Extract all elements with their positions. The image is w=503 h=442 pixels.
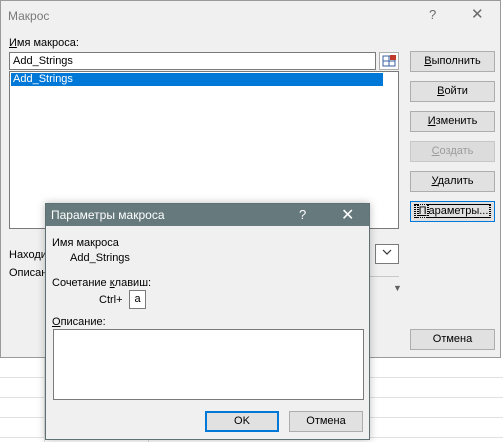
close-button[interactable]: ✕ xyxy=(341,205,354,225)
help-button[interactable]: ? xyxy=(299,207,306,222)
chevron-down-icon[interactable] xyxy=(375,244,399,264)
range-select-icon[interactable] xyxy=(379,52,399,70)
cancel-button[interactable]: Отмена xyxy=(289,411,363,432)
help-button[interactable]: ? xyxy=(429,7,436,22)
edit-button[interactable]: Изменить xyxy=(410,111,495,132)
macro-dialog-titlebar[interactable]: Макрос ? ✕ xyxy=(1,1,500,31)
macro-name-label: Имя макроса: xyxy=(9,37,79,49)
cancel-button[interactable]: Отмена xyxy=(410,329,495,350)
run-button[interactable]: Выполнить xyxy=(410,51,495,72)
options-button[interactable]: Параметры... xyxy=(410,201,495,222)
macros-in-label: Находи xyxy=(9,249,47,261)
options-dialog-titlebar[interactable]: Параметры макроса ? ✕ xyxy=(46,204,369,226)
shortcut-key-input[interactable]: a xyxy=(129,290,146,309)
macro-dialog-title: Макрос xyxy=(8,9,50,23)
description-label: Описан xyxy=(9,267,48,279)
delete-button[interactable]: Удалить xyxy=(410,171,495,192)
step-into-button[interactable]: Войти xyxy=(410,81,495,102)
ok-button[interactable]: OK xyxy=(205,411,279,432)
ctrl-prefix-label: Ctrl+ xyxy=(99,294,123,306)
options-dialog-title: Параметры макроса xyxy=(51,208,165,222)
macro-options-dialog: Параметры макроса ? ✕ Имя макроса Add_St… xyxy=(45,203,370,440)
list-item[interactable]: Add_Strings xyxy=(11,73,383,86)
macro-name-caption: Имя макроса xyxy=(52,237,119,249)
description-textarea[interactable] xyxy=(53,329,364,400)
shortcut-label: Сочетание клавиш: xyxy=(52,277,152,289)
description-label: Описание: xyxy=(52,316,106,328)
macro-name-input[interactable]: Add_Strings xyxy=(9,52,376,70)
create-button: Создать xyxy=(410,141,495,162)
close-button[interactable]: ✕ xyxy=(471,5,484,23)
macro-name-value: Add_Strings xyxy=(70,252,130,264)
scroll-down-arrow-icon[interactable]: ▼ xyxy=(393,283,402,293)
